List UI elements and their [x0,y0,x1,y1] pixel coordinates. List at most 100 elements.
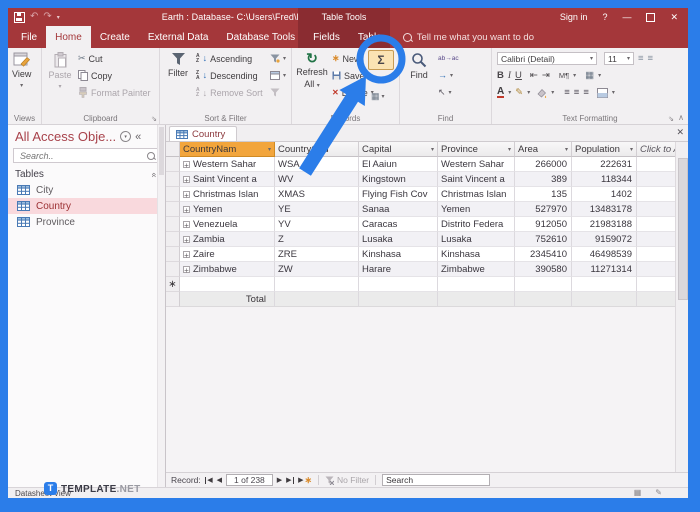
remove-sort-button[interactable]: AZ ↓ Remove Sort [194,84,268,101]
column-dropdown-icon[interactable]: ▾ [429,146,434,153]
expand-subdatasheet-icon[interactable]: + [183,221,190,228]
view-button[interactable]: View ▾ [10,50,33,93]
cut-button[interactable]: ✂ Cut [76,50,153,67]
undo-icon[interactable]: ↶ [30,12,38,22]
align-right-icon[interactable]: ≡ [583,87,589,99]
nav-scrollbar[interactable] [157,125,165,487]
table-row[interactable]: +Yemen YE Sanaa Yemen 527970 13483178 [166,202,676,217]
more-records-button[interactable]: ▦ ▾ [371,91,394,102]
sort-descending-button[interactable]: ZA ↓ Descending [194,67,268,84]
font-size-select[interactable]: 11 ▾ [604,52,634,65]
redo-icon[interactable]: ↷ [43,12,51,22]
format-painter-button[interactable]: Format Painter [76,84,153,101]
expand-subdatasheet-icon[interactable]: + [183,176,190,183]
numbering-icon[interactable]: ≡ [648,53,654,65]
advanced-filter-button[interactable]: ▾ [268,67,288,84]
bold-button[interactable]: B [497,70,504,82]
table-row[interactable]: +Saint Vincent a WV Kingstown Saint Vinc… [166,172,676,187]
total-row[interactable]: Total [166,292,676,307]
text-formatting-dialog-launcher[interactable]: ⇘ [668,116,674,123]
column-header-capital[interactable]: Capital ▾ [359,142,438,157]
tab-file[interactable]: File [12,26,46,48]
minimize-button[interactable]: — [622,12,631,22]
clipboard-dialog-launcher[interactable]: ⇘ [151,116,157,123]
expand-subdatasheet-icon[interactable]: + [183,266,190,273]
copy-button[interactable]: Copy [76,67,153,84]
bullets-icon[interactable]: ≡ [638,53,644,65]
column-header-province[interactable]: Province ▾ [438,142,515,157]
table-row[interactable]: +Christmas Islan XMAS Flying Fish Cov Ch… [166,187,676,202]
tab-table[interactable]: Table [349,26,391,48]
sort-ascending-button[interactable]: AZ ↓ Ascending [194,50,268,67]
column-dropdown-icon[interactable]: ▾ [266,146,271,153]
row-selector[interactable] [166,157,180,172]
gridlines-icon[interactable]: ▦ [585,70,594,82]
column-header-countrycode[interactable]: CountryCod [275,142,359,157]
qat-customize-icon[interactable]: ▾ [57,14,60,21]
select-all-cell[interactable] [166,142,180,157]
nav-search-input[interactable] [18,150,147,162]
italic-button[interactable]: I [508,70,511,82]
totals-button[interactable]: Σ [368,50,394,70]
new-blank-record-button[interactable]: ▶∗ [298,475,312,486]
sidebar-item-province[interactable]: Province [8,214,165,230]
toggle-filter-button[interactable] [268,84,288,101]
expand-subdatasheet-icon[interactable]: + [183,206,190,213]
select-button[interactable]: ↖ ▾ [436,84,461,101]
tab-external-data[interactable]: External Data [139,26,218,48]
row-selector[interactable] [166,172,180,187]
nav-group-tables[interactable]: Tables « [8,166,165,182]
sign-in-button[interactable]: Sign in [560,12,588,22]
table-row[interactable]: +Venezuela YV Caracas Distrito Federa 91… [166,217,676,232]
font-name-select[interactable]: Calibri (Detail) ▾ [497,52,597,65]
selection-button[interactable]: ▾ [268,50,288,67]
filter-button[interactable]: Filter [162,50,194,80]
new-record-button[interactable]: ∗ New [330,50,368,67]
tab-create[interactable]: Create [91,26,139,48]
document-tab-country[interactable]: Country [169,126,237,141]
record-search-box[interactable] [382,474,490,486]
decrease-indent-icon[interactable]: ⇤ [530,70,538,82]
align-left-icon[interactable]: ≡ [564,87,570,99]
background-color-icon[interactable] [536,88,547,98]
replace-button[interactable]: ab→ac [436,50,461,67]
new-record-row[interactable]: ∗ [166,277,676,292]
row-selector[interactable] [166,217,180,232]
save-icon[interactable] [14,12,25,23]
last-record-button[interactable]: ▶ [286,476,294,484]
row-selector[interactable] [166,202,180,217]
column-dropdown-icon[interactable]: ▾ [628,146,633,153]
sidebar-item-city[interactable]: City [8,182,165,198]
next-record-button[interactable]: ▶ [277,476,282,484]
nav-pane-title[interactable]: All Access Obje... ▾ « [8,125,165,146]
table-row[interactable]: +Western Sahar WSA El Aaiun Western Saha… [166,157,676,172]
record-position[interactable]: 1 of 238 [226,474,273,486]
increase-indent-icon[interactable]: ⇥ [542,70,550,82]
highlight-button[interactable]: ✎ [515,87,523,99]
column-header-area[interactable]: Area ▾ [515,142,572,157]
datasheet-view-icon[interactable]: ▦ [634,488,642,497]
close-button[interactable]: ✕ [670,12,678,23]
expand-subdatasheet-icon[interactable]: + [183,191,190,198]
expand-subdatasheet-icon[interactable]: + [183,236,190,243]
design-view-icon[interactable]: ✎ [655,488,662,497]
underline-button[interactable]: U [515,70,522,82]
alternate-row-color-icon[interactable] [597,88,608,98]
row-selector[interactable] [166,232,180,247]
find-button[interactable]: Find [402,50,436,82]
vertical-scrollbar[interactable] [675,142,688,472]
text-direction-icon[interactable]: M¶ [559,70,569,82]
filter-indicator[interactable]: No Filter [325,475,369,485]
paste-button[interactable]: Paste ▾ [44,50,76,94]
goto-button[interactable]: → ▾ [436,67,461,84]
column-header-click-to-add[interactable]: Click to Add ▾ [637,142,676,157]
first-record-button[interactable]: ◀ [205,476,213,484]
collapse-ribbon-button[interactable]: ∧ [678,113,684,122]
tab-fields[interactable]: Fields [304,26,349,48]
shutter-bar-icon[interactable]: « [135,131,141,143]
tab-database-tools[interactable]: Database Tools [217,26,304,48]
column-dropdown-icon[interactable]: ▾ [506,146,511,153]
record-search-input[interactable] [386,475,486,485]
font-color-button[interactable]: A [497,87,504,98]
column-header-countryname[interactable]: CountryNam ▾ [180,142,275,157]
